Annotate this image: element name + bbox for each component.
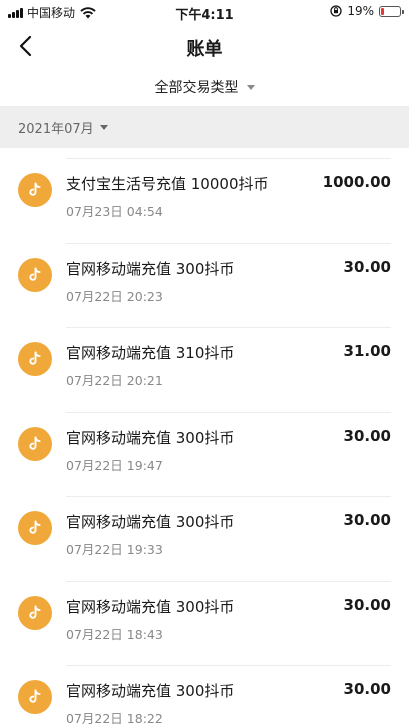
douyin-icon <box>18 173 52 207</box>
transaction-list[interactable]: 支付宝生活号充值 10000抖币 07月23日 04:54 1000.00 官网移动端… <box>0 148 409 728</box>
transaction-title: 支付宝生活号充值 10000抖币 <box>66 175 269 193</box>
transaction-row[interactable]: 支付宝生活号充值 10000抖币 07月23日 04:54 1000.00 <box>0 159 409 244</box>
transaction-amount: 1000.00 <box>322 173 391 191</box>
battery-level <box>381 7 385 15</box>
transaction-amount: 30.00 <box>343 680 391 698</box>
transaction-title: 官网移动端充值 300抖币 <box>66 259 235 278</box>
rotation-lock-icon <box>330 5 342 17</box>
douyin-icon <box>18 426 52 461</box>
transaction-date: 07月22日 18:22 <box>66 711 163 726</box>
transaction-row[interactable]: 官网移动端充值 300抖币 07月22日 19:33 30.00 <box>0 497 409 582</box>
douyin-icon <box>18 595 52 630</box>
transaction-row[interactable]: 官网移动端充值 300抖币 07月22日 19:47 30.00 <box>0 413 409 497</box>
douyin-icon <box>18 511 52 545</box>
transaction-amount: 30.00 <box>343 257 391 276</box>
page-title: 账单 <box>186 39 223 60</box>
transaction-date: 07月22日 19:33 <box>66 542 163 557</box>
transaction-amount: 30.00 <box>343 511 391 529</box>
caret-down-icon <box>246 84 255 90</box>
month-selector[interactable]: 2021年07月 <box>0 106 409 148</box>
transaction-date: 07月22日 20:21 <box>66 373 163 388</box>
douyin-icon <box>18 680 52 714</box>
status-bar: 中国移动 下午4:11 19% <box>0 0 409 24</box>
transaction-title: 官网移动端充值 300抖币 <box>66 428 235 447</box>
filter-label: 全部交易类型 <box>154 80 239 96</box>
month-label: 2021年07月 <box>18 121 94 137</box>
douyin-icon <box>18 342 52 376</box>
transaction-date: 07月23日 04:54 <box>66 204 163 219</box>
transaction-row[interactable]: 官网移动端充值 300抖币 07月22日 18:43 30.00 <box>0 582 409 666</box>
transaction-amount: 31.00 <box>343 342 391 360</box>
transaction-type-filter[interactable]: 全部交易类型 <box>0 68 409 106</box>
douyin-icon <box>18 257 52 292</box>
transaction-row[interactable]: 官网移动端充值 300抖币 07月22日 20:23 30.00 <box>0 244 409 328</box>
transaction-date: 07月22日 20:23 <box>66 288 163 304</box>
transaction-row[interactable]: 官网移动端充值 310抖币 07月22日 20:21 31.00 <box>0 328 409 413</box>
battery-icon <box>379 5 404 17</box>
transaction-title: 官网移动端充值 300抖币 <box>66 513 235 531</box>
transaction-date: 07月22日 18:43 <box>66 626 163 642</box>
transaction-amount: 30.00 <box>343 426 391 445</box>
transaction-amount: 30.00 <box>343 595 391 614</box>
transaction-row[interactable]: 官网移动端充值 300抖币 07月22日 18:22 30.00 <box>0 666 409 728</box>
transaction-date: 07月22日 19:47 <box>66 457 163 473</box>
caret-down-icon <box>99 124 108 130</box>
battery-percent: 19% <box>347 4 374 18</box>
transaction-title: 官网移动端充值 310抖币 <box>66 344 235 362</box>
nav-bar: 账单 <box>0 24 409 68</box>
transaction-title: 官网移动端充值 300抖币 <box>66 597 235 616</box>
transaction-title: 官网移动端充值 300抖币 <box>66 682 235 700</box>
status-right: 19% <box>330 4 404 18</box>
